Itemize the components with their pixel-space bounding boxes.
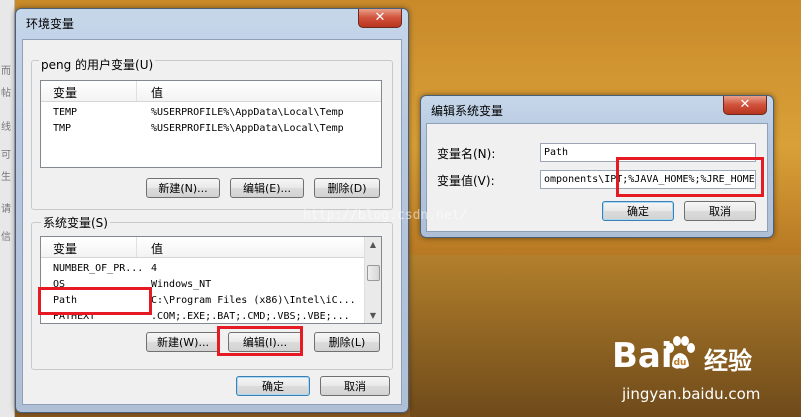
desktop-left-strip: 而 帖 线 可 生 请 信 (0, 0, 15, 417)
column-header-value[interactable]: 值 (151, 240, 163, 257)
var-value: %USERPROFILE%\AppData\Local\Temp (151, 107, 344, 118)
list-item[interactable]: TMP %USERPROFILE%\AppData\Local\Temp (41, 121, 381, 137)
var-value: .COM;.EXE;.BAT;.CMD;.VBS;.VBE;... (151, 311, 350, 322)
cancel-button[interactable]: 取消 (684, 201, 756, 221)
user-edit-button[interactable]: 编辑(E)... (230, 178, 304, 198)
user-delete-button[interactable]: 删除(D) (314, 178, 380, 198)
system-vars-label: 系统变量(S) (41, 214, 110, 231)
side-char: 请 (1, 204, 11, 215)
cancel-button[interactable]: 取消 (320, 376, 390, 396)
ok-button[interactable]: 确定 (602, 201, 674, 221)
var-value-label: 变量值(V): (437, 174, 495, 188)
side-char: 而 (1, 66, 11, 77)
side-char: 信 (1, 232, 11, 243)
var-value: C:\Program Files (x86)\Intel\iC... (151, 295, 356, 306)
column-header-value[interactable]: 值 (151, 84, 163, 101)
side-char: 线 (1, 122, 11, 133)
var-name: TEMP (53, 107, 78, 118)
ok-button[interactable]: 确定 (236, 376, 310, 396)
var-value: 4 (151, 263, 158, 274)
scroll-thumb[interactable] (367, 265, 380, 281)
side-char: 生 (1, 172, 11, 183)
watermark: http://blog.csdn.net/ (303, 208, 468, 223)
system-new-button[interactable]: 新建(W)... (146, 332, 220, 352)
scroll-up-icon[interactable]: ▲ (365, 237, 381, 252)
var-value: %USERPROFILE%\AppData\Local\Temp (151, 123, 344, 134)
baidu-paw-icon: du (666, 336, 695, 369)
close-button[interactable]: ✕ (723, 96, 767, 115)
system-delete-button[interactable]: 删除(L) (314, 332, 380, 352)
path-highlight (38, 287, 152, 315)
column-header-name[interactable]: 变量 (53, 240, 77, 257)
dialog-title: 编辑系统变量 (431, 104, 504, 118)
var-name: TMP (53, 123, 72, 134)
var-name-label: 变量名(N): (437, 147, 496, 161)
list-header: 变量 值 (41, 237, 381, 258)
baidu-url: jingyan.baidu.com (622, 385, 761, 403)
svg-text:du: du (674, 358, 687, 368)
var-name: NUMBER_OF_PR... (53, 263, 144, 274)
close-button[interactable]: ✕ (358, 9, 402, 28)
edit-button-highlight (217, 326, 303, 356)
dialog-title: 环境变量 (26, 17, 75, 31)
side-char: 帖 (1, 88, 11, 99)
user-new-button[interactable]: 新建(N)... (146, 178, 220, 198)
user-vars-label: peng 的用户变量(U) (39, 56, 156, 73)
var-value: Windows_NT (151, 279, 212, 290)
list-item[interactable]: TEMP %USERPROFILE%\AppData\Local\Temp (41, 105, 381, 121)
column-header-name[interactable]: 变量 (53, 84, 77, 101)
value-highlight (616, 157, 764, 197)
user-vars-list[interactable]: 变量 值 TEMP %USERPROFILE%\AppData\Local\Te… (40, 80, 382, 168)
list-item[interactable]: NUMBER_OF_PR... 4 (41, 261, 381, 277)
scroll-down-icon[interactable]: ▼ (365, 308, 381, 323)
vertical-scrollbar[interactable]: ▲ ▼ (364, 237, 381, 323)
side-char: 可 (1, 150, 11, 161)
list-header: 变量 值 (41, 81, 381, 102)
baidu-jingyan-text: 经验 (704, 347, 752, 375)
